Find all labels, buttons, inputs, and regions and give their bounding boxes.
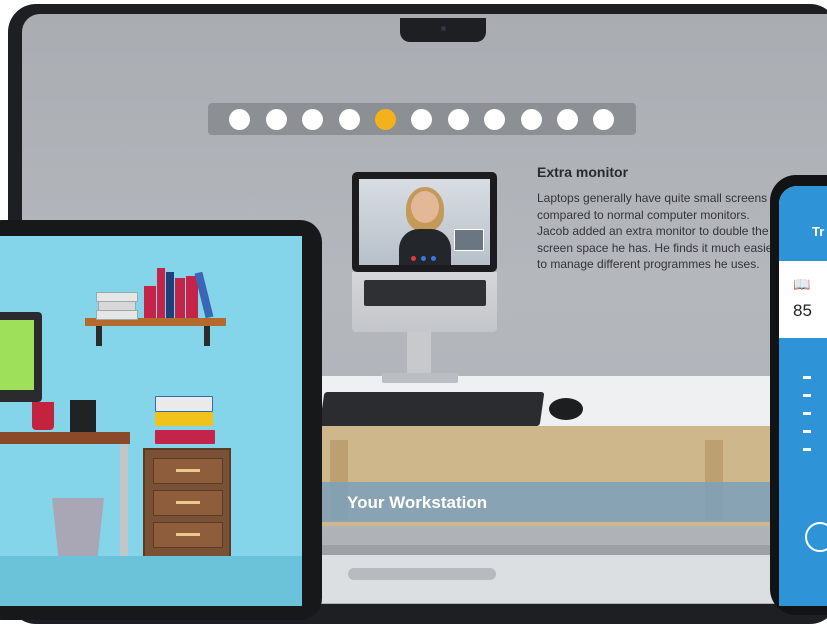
- slide-dot-1[interactable]: [229, 108, 251, 130]
- file-binders: [155, 396, 219, 450]
- slide-dot-2[interactable]: [265, 108, 287, 130]
- slide-dot-6[interactable]: [411, 108, 433, 130]
- mic-icon: [421, 256, 426, 261]
- person-face: [411, 191, 439, 223]
- book-icon: 📖: [793, 276, 811, 292]
- phone-header-title: Tr: [812, 224, 825, 239]
- list-bullet: [803, 376, 811, 379]
- video-call-display: [359, 179, 490, 265]
- slide-dot-10[interactable]: [557, 108, 579, 130]
- banner-title: Your Workstation: [347, 493, 488, 512]
- drawer-cabinet: [143, 448, 231, 560]
- stacked-books: [96, 292, 138, 320]
- extra-monitor[interactable]: [352, 172, 497, 272]
- phone-score: 85: [793, 301, 812, 320]
- stand-arm: [407, 332, 431, 377]
- desk-monitor: [0, 312, 42, 402]
- slide-dot-7[interactable]: [447, 108, 469, 130]
- info-text: Laptops generally have quite small scree…: [537, 191, 777, 271]
- camera-notch: [400, 18, 486, 42]
- stand-foot: [382, 373, 458, 383]
- office-desk-leg: [120, 444, 128, 556]
- end-call-icon: [411, 256, 416, 261]
- self-view-tile: [454, 229, 484, 251]
- drawer-top: [153, 458, 223, 484]
- list-bullet: [803, 412, 811, 415]
- info-title: Extra monitor: [537, 164, 629, 180]
- drawer-bottom: [153, 522, 223, 548]
- pencil-cup: [70, 400, 96, 432]
- laptop-hinge: [322, 545, 827, 555]
- slide-dot-4[interactable]: [338, 108, 360, 130]
- slide-dot-9[interactable]: [520, 108, 542, 130]
- camera-toggle-icon: [431, 256, 436, 261]
- slide-dot-11[interactable]: [593, 108, 615, 130]
- shelf-bracket-right: [204, 326, 210, 346]
- slide-navigation: [208, 103, 636, 135]
- office-desk: [0, 432, 130, 444]
- laptop-keyboard: [364, 280, 486, 306]
- clock-icon[interactable]: [805, 522, 827, 552]
- tablet-floor: [0, 556, 302, 606]
- phone-content: [779, 338, 827, 606]
- slide-dot-3[interactable]: [302, 108, 324, 130]
- shelf-bracket-left: [96, 326, 102, 346]
- slide-dot-8[interactable]: [484, 108, 506, 130]
- mouse: [549, 398, 583, 420]
- list-bullet: [803, 448, 811, 451]
- camera-icon: [441, 26, 446, 31]
- phone-screen: Tr 📖 85: [779, 186, 827, 606]
- desk-monitor-screen: [0, 320, 34, 390]
- external-keyboard: [319, 392, 545, 426]
- wastebasket: [52, 498, 104, 556]
- upright-books: [144, 268, 216, 319]
- drawer-middle: [153, 490, 223, 516]
- slide-dot-5-active[interactable]: [375, 108, 397, 130]
- mug: [32, 402, 54, 430]
- list-bullet: [803, 430, 811, 433]
- laptop-foot: [348, 568, 496, 580]
- list-bullet: [803, 394, 811, 397]
